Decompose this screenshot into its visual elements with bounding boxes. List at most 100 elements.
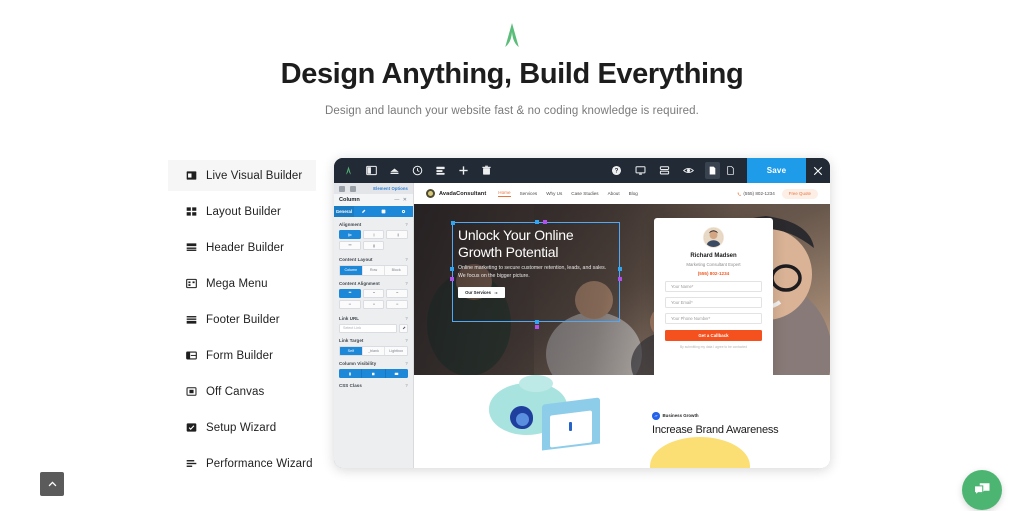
trash-icon[interactable] [481, 165, 492, 176]
element-options-panel: Element Options Column — ✕ General Align… [334, 183, 414, 468]
name-field[interactable]: Your Name* [665, 281, 762, 292]
content-align-top-left-icon [348, 291, 352, 293]
layout-option-column[interactable]: Column [340, 266, 363, 275]
layout-option-block[interactable]: Block [385, 266, 407, 275]
card-name: Richard Madsen [690, 253, 737, 259]
panel-grid-icon[interactable] [350, 185, 356, 192]
close-builder-button[interactable] [806, 158, 830, 183]
link-edit-button[interactable] [399, 323, 408, 333]
our-services-button[interactable]: Our Services [458, 287, 505, 299]
tab-design[interactable] [354, 206, 374, 217]
help-hint-icon[interactable]: ? [405, 383, 408, 388]
scroll-to-top-button[interactable] [40, 472, 64, 496]
help-hint-icon[interactable]: ? [405, 316, 408, 321]
section-css-class: CSS Class? [334, 378, 413, 388]
visibility-desktop[interactable] [385, 369, 408, 378]
nav-link-case-studies[interactable]: Case Studies [571, 191, 598, 196]
help-icon[interactable]: ? [611, 165, 622, 176]
target-option-self[interactable]: Self [340, 346, 363, 355]
page-icon[interactable] [705, 162, 720, 179]
align-option[interactable] [362, 230, 385, 239]
library-icon[interactable] [389, 165, 400, 176]
phone-field[interactable]: Your Phone Number* [665, 313, 762, 324]
sidebar-item-off-canvas[interactable]: Off Canvas [168, 376, 316, 407]
content-align-option[interactable] [386, 288, 409, 298]
free-quote-button[interactable]: Free Quote [781, 188, 818, 199]
panel-window-controls[interactable]: — ✕ [394, 197, 408, 203]
layers-icon[interactable] [435, 165, 446, 176]
desktop-preview-icon[interactable] [635, 165, 646, 176]
page-outline-icon[interactable] [723, 162, 738, 179]
content-align-middle-left-icon [348, 303, 351, 305]
panel-element-title-bar: Column — ✕ [334, 194, 413, 206]
hero-section: Unlock Your Online Growth Potential Onli… [414, 204, 830, 375]
sidebar-item-layout-builder[interactable]: Layout Builder [168, 196, 316, 227]
builder-toolbar: ? Save [334, 158, 830, 183]
sidebar-item-live-visual-builder[interactable]: Live Visual Builder [168, 160, 316, 191]
chat-widget-button[interactable] [962, 470, 1002, 510]
panel-tabs: General [334, 206, 413, 217]
get-callback-button[interactable]: Get a Callback [665, 330, 762, 341]
layout-option-row[interactable]: Row [362, 266, 386, 275]
content-align-option[interactable] [339, 288, 361, 298]
panel-toolbar: Element Options [334, 183, 413, 194]
sidebar-item-label: Form Builder [206, 349, 274, 362]
sidebar-item-mega-menu[interactable]: Mega Menu [168, 268, 316, 299]
align-option[interactable] [339, 230, 361, 239]
chevron-up-icon [48, 481, 56, 486]
desktop-icon [395, 372, 399, 375]
align-option[interactable] [362, 241, 385, 250]
panel-settings-icon[interactable] [339, 185, 345, 192]
business-growth-tag: Business Growth [652, 412, 699, 420]
card-phone-number: (555) 802-1234 [697, 271, 730, 276]
nav-link-home[interactable]: Home [498, 190, 511, 197]
avada-logo-icon[interactable] [343, 165, 354, 176]
business-growth-label: Business Growth [662, 413, 699, 419]
section-title: Content Layout [339, 257, 373, 262]
sidebar-item-header-builder[interactable]: Header Builder [168, 232, 316, 263]
section-title: Content Alignment [339, 280, 380, 286]
target-option-blank[interactable]: _blank [362, 346, 386, 355]
sidebar-item-performance-wizard[interactable]: Performance Wizard [168, 448, 316, 479]
add-element-icon[interactable] [458, 165, 469, 176]
mega-menu-icon [186, 278, 197, 289]
sidebar-item-footer-builder[interactable]: Footer Builder [168, 304, 316, 335]
email-field[interactable]: Your Email* [665, 297, 762, 308]
site-phone[interactable]: (555) 802-1234 [737, 191, 775, 196]
sidebar-item-setup-wizard[interactable]: Setup Wizard [168, 412, 316, 443]
hero-selected-element[interactable]: Unlock Your Online Growth Potential Onli… [450, 220, 622, 329]
content-align-option[interactable] [339, 299, 361, 309]
help-hint-icon[interactable]: ? [405, 338, 408, 343]
help-hint-icon[interactable]: ? [405, 281, 408, 286]
sidebar-toggle-icon[interactable] [366, 165, 377, 176]
save-button[interactable]: Save [747, 158, 806, 183]
align-option[interactable] [386, 230, 409, 239]
visibility-mobile[interactable] [339, 369, 363, 378]
card-phone[interactable]: (555) 802-1234 [665, 271, 762, 276]
target-option-lightbox[interactable]: Lightbox [385, 346, 407, 355]
preview-eye-icon[interactable] [683, 165, 694, 176]
nav-link-services[interactable]: Services [520, 191, 538, 196]
content-align-option[interactable] [362, 299, 385, 309]
link-url-input[interactable]: Select Link [339, 323, 397, 333]
content-align-option[interactable] [362, 288, 385, 298]
gear-icon [401, 209, 405, 214]
tab-general[interactable]: General [334, 206, 354, 217]
wireframe-icon[interactable] [659, 165, 670, 176]
align-option[interactable] [339, 241, 361, 250]
tab-settings[interactable] [393, 206, 413, 217]
nav-link-about[interactable]: About [608, 191, 620, 196]
nav-link-why-us[interactable]: Why Us [546, 191, 562, 196]
nav-link-blog[interactable]: Blog [629, 191, 638, 196]
site-navbar: AvadaConsultant Home Services Why Us Cas… [414, 183, 830, 204]
tab-extras[interactable] [374, 206, 394, 217]
sidebar-item-form-builder[interactable]: Form Builder [168, 340, 316, 371]
help-hint-icon[interactable]: ? [405, 257, 408, 262]
help-hint-icon[interactable]: ? [405, 361, 408, 366]
help-hint-icon[interactable]: ? [405, 222, 408, 227]
visibility-tablet[interactable] [362, 369, 386, 378]
history-icon[interactable] [412, 165, 423, 176]
lower-section: Business Growth Increase Brand Awareness [414, 375, 830, 468]
footer-builder-icon [186, 316, 197, 324]
content-align-option[interactable] [386, 299, 409, 309]
